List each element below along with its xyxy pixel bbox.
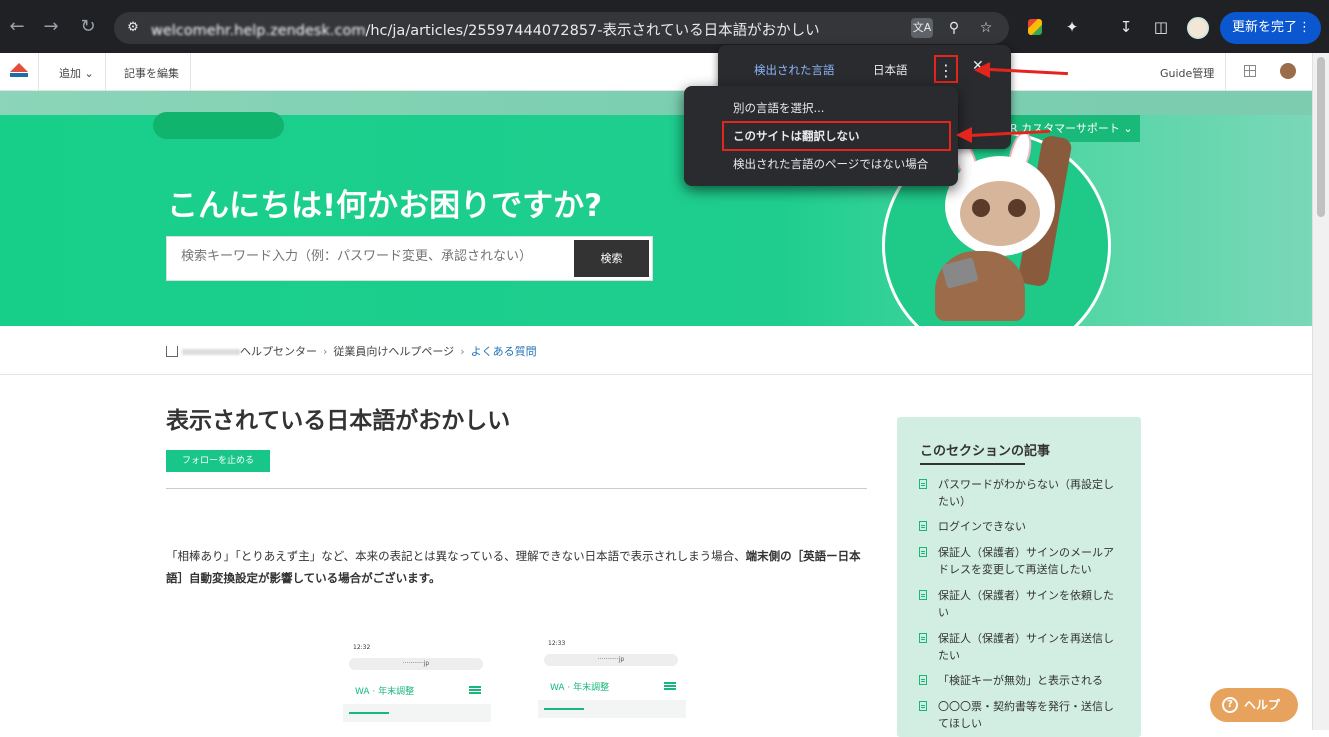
zendesk-logo[interactable] — [10, 63, 28, 79]
document-icon — [919, 590, 927, 600]
document-icon — [919, 675, 927, 685]
phone-logo: WA · 年末調整 — [355, 687, 415, 697]
phone-progress — [343, 704, 491, 722]
question-icon: ? — [1222, 696, 1238, 713]
mascot-face — [960, 181, 1040, 246]
reload-icon[interactable]: ↻ — [77, 16, 99, 38]
forward-icon[interactable]: → — [40, 16, 62, 38]
menu-never-translate-site[interactable]: このサイトは翻訳しない — [733, 128, 860, 144]
divider — [190, 53, 191, 91]
divider — [105, 53, 106, 91]
phone-progress — [538, 700, 686, 718]
document-icon — [919, 633, 927, 643]
phone-time: 12:32 — [353, 644, 371, 651]
phone-screenshot: 12:32 ···········jp WA · 年末調整 — [343, 640, 491, 730]
update-button[interactable]: 更新を完了 ⋮ — [1220, 12, 1321, 44]
edit-article-link[interactable]: 記事を編集 — [124, 65, 179, 81]
search-box: 検索 — [166, 236, 653, 281]
zendesk-top-bar: 追加 ⌄ 記事を編集 Guide管理 — [0, 53, 1312, 91]
hamburger-icon — [664, 682, 676, 690]
sidebar-article-link[interactable]: 保証人（保護者）サインのメールアドレスを変更して再送信したい — [919, 544, 1124, 578]
document-icon — [919, 547, 927, 557]
tab-detected-language[interactable]: 検出された言語 — [754, 62, 835, 78]
divider — [0, 374, 1312, 375]
more-options-icon[interactable]: ⋮ — [934, 55, 958, 83]
back-icon[interactable]: ← — [6, 16, 28, 38]
site-info-icon[interactable]: ⚙ — [124, 19, 142, 37]
apps-grid-icon[interactable] — [1244, 65, 1256, 77]
menu-not-detected-language[interactable]: 検出された言語のページではない場合 — [733, 156, 928, 172]
menu-choose-other-language[interactable]: 別の言語を選択... — [733, 100, 824, 116]
zoom-icon[interactable]: ⚲ — [943, 18, 965, 38]
annotation-arrow-head — [956, 127, 972, 143]
download-icon[interactable]: ↧ — [1116, 17, 1136, 37]
sidebar-title: このセクションの記事 — [920, 444, 1051, 459]
extensions-puzzle-icon[interactable]: ✦ — [1062, 17, 1082, 37]
document-icon — [919, 701, 927, 711]
tab-japanese[interactable]: 日本語 — [873, 62, 908, 78]
search-button[interactable]: 検索 — [574, 240, 649, 277]
user-avatar[interactable] — [1280, 63, 1296, 79]
phone-url-bar: ···········jp — [544, 654, 678, 666]
url-text[interactable]: welcomehr.help.zendesk.com/hc/ja/article… — [151, 19, 820, 40]
document-icon — [919, 479, 927, 489]
annotation-arrow-head — [974, 62, 990, 78]
breadcrumb-help-center[interactable]: ヘルプセンター — [240, 345, 317, 358]
chevron-down-icon: ⌄ — [84, 67, 94, 80]
address-bar[interactable]: ⚙ welcomehr.help.zendesk.com/hc/ja/artic… — [114, 12, 1009, 44]
profile-avatar[interactable] — [1187, 17, 1209, 39]
translate-icon[interactable]: 文A — [911, 18, 933, 38]
extension-colorful-icon[interactable] — [1028, 19, 1042, 35]
phone-logo: WA · 年末調整 — [550, 683, 610, 693]
side-panel-icon[interactable]: ◫ — [1151, 17, 1171, 37]
sidebar-article-link[interactable]: ログインできない — [919, 518, 1124, 535]
home-icon[interactable] — [166, 346, 178, 357]
help-button[interactable]: ? ヘルプ — [1210, 688, 1298, 722]
article-title: 表示されている日本語がおかしい — [166, 408, 511, 434]
document-icon — [919, 521, 927, 531]
mascot-eye — [972, 199, 990, 217]
guide-admin-link[interactable]: Guide管理 — [1160, 65, 1214, 81]
add-menu[interactable]: 追加 ⌄ — [59, 65, 94, 81]
search-input[interactable] — [181, 249, 571, 264]
divider — [1225, 53, 1226, 91]
scroll-thumb[interactable] — [1317, 57, 1325, 217]
sidebar-article-link[interactable]: パスワードがわからない（再設定したい） — [919, 476, 1124, 510]
breadcrumb-employee-help[interactable]: 従業員向けヘルプページ — [333, 345, 454, 358]
redacted-text — [182, 349, 240, 355]
section-articles-sidebar: このセクションの記事 パスワードがわからない（再設定したい） ログインできない … — [897, 417, 1141, 737]
brand-logo-placeholder[interactable] — [153, 112, 284, 139]
more-vert-icon[interactable]: ⋮ — [1298, 12, 1311, 44]
phone-url-bar: ···········jp — [349, 658, 483, 670]
hero-banner: こんにちは!何かお困りですか? 検索 R カスタマーサポート ⌄ — [0, 91, 1312, 326]
browser-toolbar: ← → ↻ ⚙ welcomehr.help.zendesk.com/hc/ja… — [0, 0, 1329, 53]
title-underline — [920, 463, 1025, 465]
article-body: 「相棒あり」「とりあえず主」など、本来の表記とは異なっている、理解できない日本語… — [166, 549, 861, 585]
sidebar-article-link[interactable]: 〇〇〇票・契約書等を発行・送信してほしい — [919, 698, 1124, 732]
sidebar-article-link[interactable]: 「検証キーが無効」と表示される — [919, 672, 1124, 689]
hamburger-icon — [469, 686, 481, 694]
hero-title: こんにちは!何かお困りですか? — [167, 188, 603, 224]
page-scrollbar[interactable] — [1312, 53, 1329, 730]
phone-time: 12:33 — [548, 640, 566, 647]
breadcrumb-faq[interactable]: よくある質問 — [471, 345, 537, 358]
unfollow-button[interactable]: フォローを止める — [166, 450, 270, 472]
sidebar-article-link[interactable]: 保証人（保護者）サインを依頼したい — [919, 587, 1124, 621]
mascot-eye — [1008, 199, 1026, 217]
divider — [166, 488, 867, 489]
phone-screenshot: 12:33 ···········jp WA · 年末調整 — [538, 636, 686, 726]
sidebar-article-link[interactable]: 保証人（保護者）サインを再送信したい — [919, 630, 1124, 664]
translate-options-menu: 別の言語を選択... このサイトは翻訳しない 検出された言語のページではない場合 — [684, 86, 958, 186]
divider — [38, 53, 39, 91]
breadcrumb: ヘルプセンター › 従業員向けヘルプページ › よくある質問 — [166, 343, 537, 359]
bookmark-star-icon[interactable]: ☆ — [975, 18, 997, 38]
